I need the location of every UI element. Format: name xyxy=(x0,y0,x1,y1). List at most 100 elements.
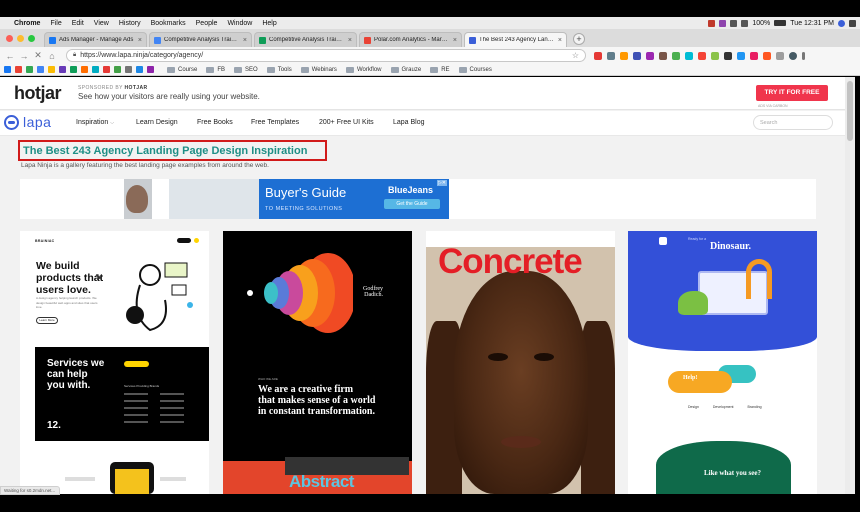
bookmark-icon[interactable] xyxy=(4,66,11,73)
menu-help[interactable]: Help xyxy=(262,20,276,27)
bookmark-folder-webinars[interactable]: Webinars xyxy=(300,66,337,73)
menu-list-icon[interactable] xyxy=(849,19,856,27)
bookmark-folder-course[interactable]: Course xyxy=(167,66,197,73)
get-the-guide-button[interactable]: Get the Guide xyxy=(384,199,440,209)
bookmark-icon[interactable] xyxy=(81,66,88,73)
menu-view[interactable]: View xyxy=(94,20,109,27)
extension-azure-icon[interactable] xyxy=(737,51,745,60)
adchoices-icon[interactable]: ▷✕ xyxy=(436,180,447,186)
battery-icon[interactable] xyxy=(774,20,787,26)
close-window-icon[interactable] xyxy=(6,35,13,42)
cloud-icon[interactable] xyxy=(730,19,738,27)
bookmark-icon[interactable] xyxy=(136,66,143,73)
user-avatar-icon[interactable] xyxy=(838,19,845,27)
menu-file[interactable]: File xyxy=(50,20,61,27)
menu-bookmarks[interactable]: Bookmarks xyxy=(151,20,186,27)
extension-lime-icon[interactable] xyxy=(711,51,719,60)
bookmark-star-icon[interactable]: ☆ xyxy=(572,51,579,60)
gallery-card-godfrey-dadich[interactable]: Godfrey Dadich. WHO WE ARE We are a crea… xyxy=(223,231,412,494)
menu-edit[interactable]: Edit xyxy=(72,20,84,27)
home-icon[interactable]: ⌂ xyxy=(46,51,58,61)
nav-lapa-blog[interactable]: Lapa Blog xyxy=(393,119,425,126)
bookmark-icon[interactable] xyxy=(15,66,22,73)
menu-people[interactable]: People xyxy=(196,20,218,27)
back-arrow-icon[interactable]: ← xyxy=(4,51,16,61)
close-tab-icon[interactable]: × xyxy=(138,37,142,44)
tab-competitive-analysis-2[interactable]: Competitive Analysis Training × xyxy=(254,32,357,47)
ad-office-image xyxy=(169,179,259,219)
extension-grey-icon[interactable] xyxy=(607,51,615,60)
bookmark-folder-workflow[interactable]: Workflow xyxy=(345,66,382,73)
try-it-free-button[interactable]: TRY IT FOR FREE xyxy=(756,85,828,101)
extension-green-icon[interactable] xyxy=(672,51,680,60)
close-tab-icon[interactable]: × xyxy=(348,37,352,44)
gallery-card-concrete[interactable]: Concrete xyxy=(426,231,615,494)
record-icon[interactable] xyxy=(708,19,716,27)
menu-window[interactable]: Window xyxy=(227,20,252,27)
page-scrollbar[interactable] xyxy=(845,77,855,494)
minimize-window-icon[interactable] xyxy=(17,35,24,42)
nav-free-ui-kits[interactable]: 200+ Free UI Kits xyxy=(319,119,374,126)
extension-icon[interactable] xyxy=(719,19,727,27)
hotjar-logo[interactable]: hotjar xyxy=(14,83,62,104)
bookmark-icon[interactable] xyxy=(103,66,110,73)
extension-dark-icon[interactable] xyxy=(724,51,732,60)
bookmark-icon[interactable] xyxy=(125,66,132,73)
close-tab-icon[interactable]: × xyxy=(558,37,562,44)
lock-icon[interactable]: 🔒︎ xyxy=(73,52,76,59)
extension-pink-icon[interactable] xyxy=(750,51,758,60)
clock[interactable]: Tue 12:31 PM xyxy=(790,20,834,27)
menu-history[interactable]: History xyxy=(119,20,141,27)
new-tab-button[interactable]: + xyxy=(573,33,585,45)
bookmark-folder-fb[interactable]: FB xyxy=(206,66,225,73)
tab-competitive-analysis-1[interactable]: Competitive Analysis Training × xyxy=(149,32,252,47)
bookmark-icon[interactable] xyxy=(37,66,44,73)
extension-blue-icon[interactable] xyxy=(633,51,641,60)
forward-arrow-icon[interactable]: → xyxy=(18,51,30,61)
extension-cyan-icon[interactable] xyxy=(685,51,693,60)
profile-avatar-icon[interactable] xyxy=(789,51,797,60)
bookmark-icon[interactable] xyxy=(70,66,77,73)
extension-purple-icon[interactable] xyxy=(646,51,654,60)
bookmark-folder-tools[interactable]: Tools xyxy=(266,66,292,73)
close-tab-icon[interactable]: × xyxy=(243,37,247,44)
bookmark-folder-seo[interactable]: SEO xyxy=(234,66,258,73)
bookmark-folder-re[interactable]: RE xyxy=(430,66,450,73)
tab-lapa-agency[interactable]: The Best 243 Agency Landing × xyxy=(464,32,567,47)
wifi-icon[interactable] xyxy=(741,19,749,27)
bookmark-folder-courses[interactable]: Courses xyxy=(458,66,492,73)
nav-free-templates[interactable]: Free Templates xyxy=(251,119,299,126)
bookmark-folder-grauze[interactable]: Grauze xyxy=(390,66,421,73)
bookmark-icon[interactable] xyxy=(92,66,99,73)
menu-app-name[interactable]: Chrome xyxy=(14,20,40,27)
bookmark-icon[interactable] xyxy=(147,66,154,73)
extension-red-icon[interactable] xyxy=(594,51,602,60)
bookmark-icon[interactable] xyxy=(114,66,121,73)
gallery-card-dinosaur[interactable]: Ready for a Dinosaur. Help! Design Devel… xyxy=(628,231,817,494)
gallery-card-brainiac[interactable]: BRAINIAC We build products that users lo… xyxy=(20,231,209,494)
bookmark-icon[interactable] xyxy=(26,66,33,73)
ads-via-label[interactable]: ADS VIA CARBON xyxy=(758,104,788,108)
tab-polar-analytics[interactable]: Polar.com Analytics - Market S × xyxy=(359,32,462,47)
ad-banner[interactable]: Buyer's Guide TO MEETING SOLUTIONS BlueJ… xyxy=(20,179,816,219)
lapa-logo[interactable]: lapa xyxy=(4,114,51,130)
zoom-window-icon[interactable] xyxy=(28,35,35,42)
chrome-menu-icon[interactable] xyxy=(802,51,805,60)
address-bar[interactable]: 🔒︎ https://www.lapa.ninja/category/agenc… xyxy=(66,49,586,62)
nav-free-books[interactable]: Free Books xyxy=(197,119,233,126)
extension-font-icon[interactable] xyxy=(659,51,667,60)
bluejeans-ad[interactable]: Buyer's Guide TO MEETING SOLUTIONS BlueJ… xyxy=(169,179,449,219)
extension-puzzle-icon[interactable] xyxy=(776,51,784,60)
nav-inspiration[interactable]: Inspiration ⌵ xyxy=(76,119,114,126)
bookmark-icon[interactable] xyxy=(48,66,55,73)
extension-circle-icon[interactable] xyxy=(698,51,706,60)
search-input[interactable]: Search xyxy=(753,115,833,130)
scrollbar-thumb[interactable] xyxy=(847,81,853,141)
tab-ads-manager[interactable]: Ads Manager - Manage Ads × xyxy=(44,32,147,47)
stop-loading-icon[interactable]: ✕ xyxy=(32,50,44,61)
nav-learn-design[interactable]: Learn Design xyxy=(136,119,178,126)
bookmark-icon[interactable] xyxy=(59,66,66,73)
close-tab-icon[interactable]: × xyxy=(453,37,457,44)
extension-orange-icon[interactable] xyxy=(620,51,628,60)
extension-deep-orange-icon[interactable] xyxy=(763,51,771,60)
